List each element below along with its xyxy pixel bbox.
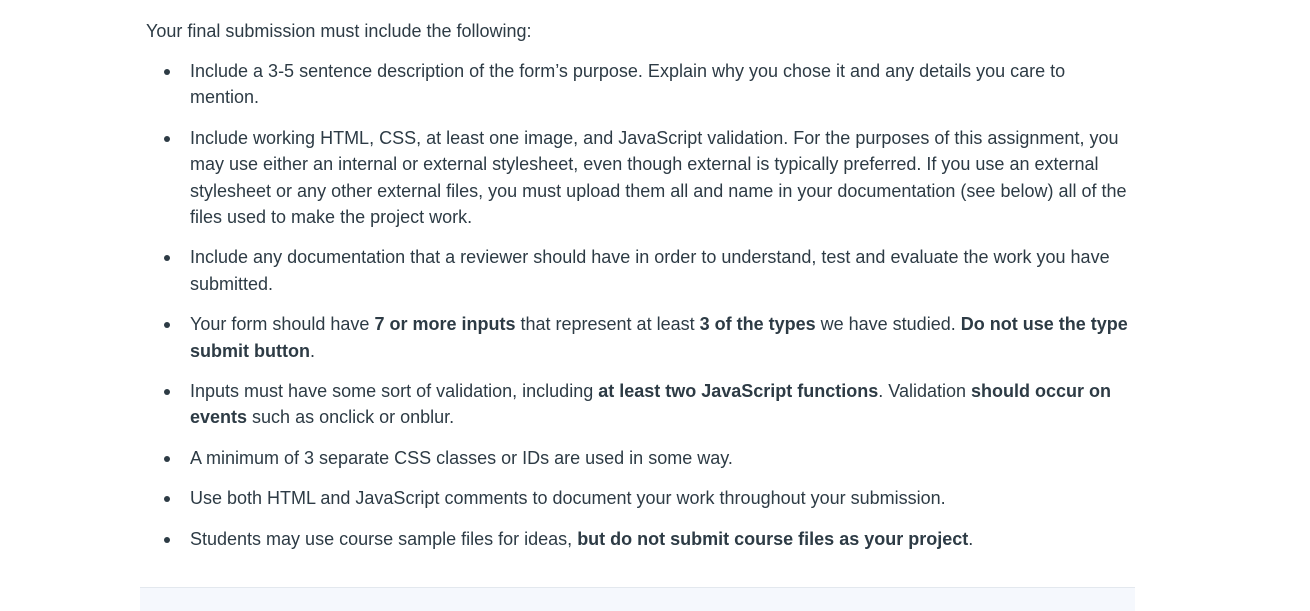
requirement-emphasis: at least two JavaScript functions bbox=[598, 381, 879, 402]
requirement-text: Include a 3-5 sentence description of th… bbox=[190, 61, 1066, 108]
requirements-list: Include a 3-5 sentence description of th… bbox=[146, 58, 1136, 552]
bullet-icon bbox=[164, 536, 170, 543]
bullet-icon bbox=[164, 455, 170, 462]
requirement-item: Inputs must have some sort of validation… bbox=[164, 378, 1136, 431]
requirement-text: . bbox=[968, 528, 974, 549]
requirement-item: Include working HTML, CSS, at least one … bbox=[164, 125, 1136, 231]
bullet-icon bbox=[164, 322, 170, 329]
bullet-icon bbox=[164, 389, 170, 396]
requirement-item: Include a 3-5 sentence description of th… bbox=[164, 58, 1136, 111]
bullet-icon bbox=[164, 135, 170, 142]
requirement-text: Inputs must have some sort of validation… bbox=[190, 381, 599, 402]
intro-text: Your final submission must include the f… bbox=[146, 21, 532, 41]
bullet-icon bbox=[164, 69, 170, 75]
requirement-text: Use both HTML and JavaScript comments to… bbox=[190, 488, 946, 509]
requirement-text: . Validation bbox=[878, 381, 972, 402]
requirement-text: such as onclick or onblur. bbox=[247, 407, 455, 428]
requirement-item: Include any documentation that a reviewe… bbox=[164, 244, 1136, 297]
requirement-text: A minimum of 3 separate CSS classes or I… bbox=[190, 447, 733, 468]
requirement-item: A minimum of 3 separate CSS classes or I… bbox=[164, 445, 1136, 471]
footer-band bbox=[140, 587, 1135, 611]
requirement-emphasis: 3 of the types bbox=[699, 314, 816, 335]
requirement-item: Students may use course sample files for… bbox=[164, 526, 1136, 552]
requirement-text: Include any documentation that a reviewe… bbox=[190, 247, 1110, 294]
requirement-text: Your form should have bbox=[190, 314, 375, 335]
requirement-text: . bbox=[309, 340, 315, 361]
requirement-text: Include working HTML, CSS, at least one … bbox=[190, 127, 1127, 228]
requirement-text: we have studied. bbox=[815, 314, 961, 335]
requirement-text: Students may use course sample files for… bbox=[190, 528, 578, 549]
requirement-item: Your form should have 7 or more inputs t… bbox=[164, 311, 1136, 364]
bullet-icon bbox=[164, 496, 170, 503]
requirement-emphasis: 7 or more inputs bbox=[374, 314, 516, 335]
requirement-emphasis: but do not submit course files as your p… bbox=[577, 528, 969, 549]
bullet-icon bbox=[164, 255, 170, 262]
requirement-item: Use both HTML and JavaScript comments to… bbox=[164, 485, 1136, 511]
requirement-text: that represent at least bbox=[515, 314, 700, 335]
page: Your final submission must include the f… bbox=[0, 0, 1310, 611]
assignment-content: Your final submission must include the f… bbox=[146, 18, 1136, 566]
